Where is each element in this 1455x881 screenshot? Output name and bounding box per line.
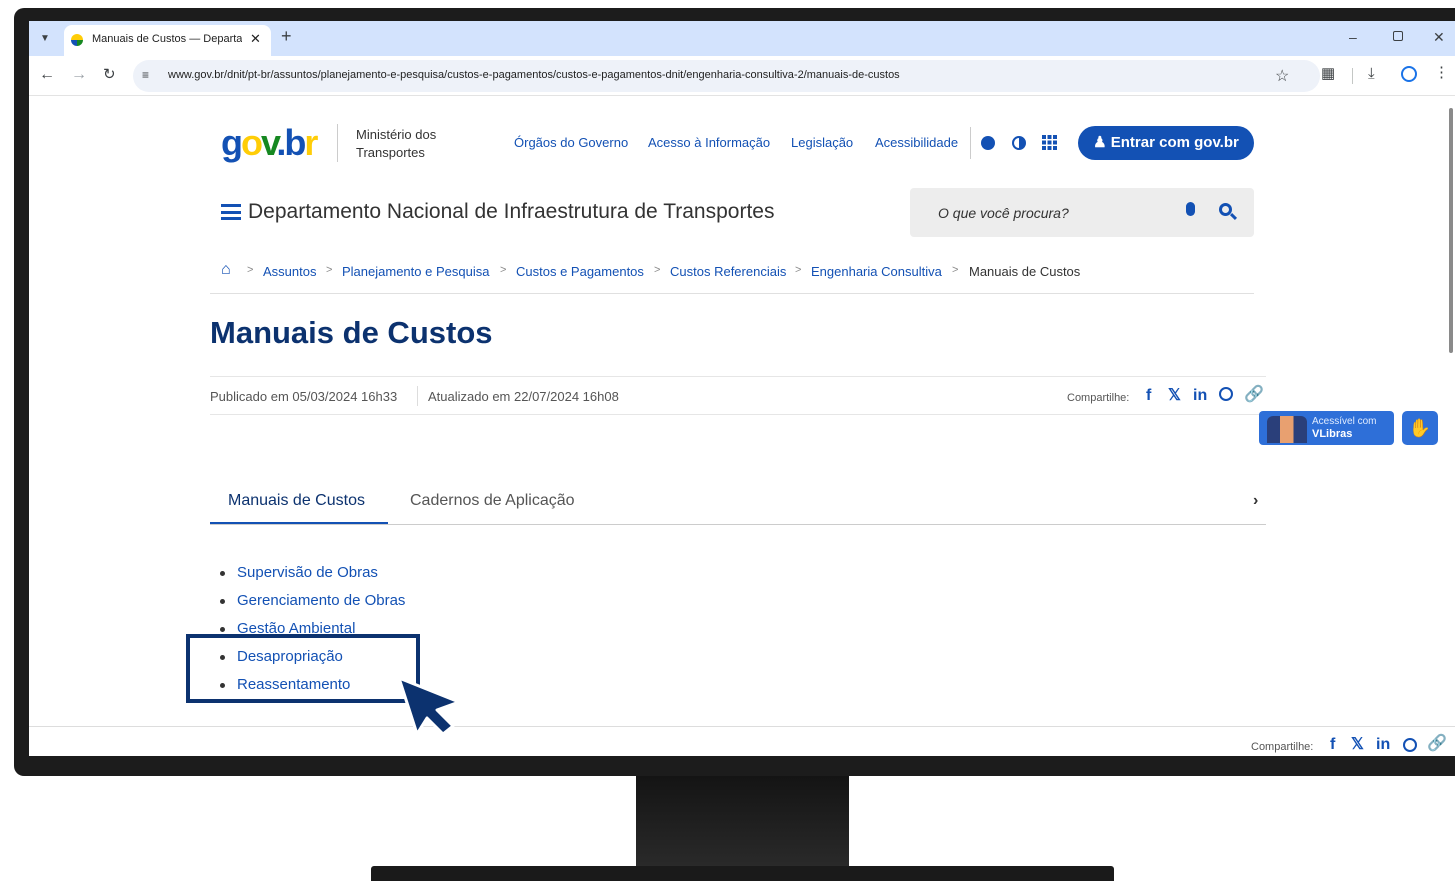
- toolbar-divider: [1352, 68, 1353, 84]
- meta-top-divider: [210, 376, 1266, 377]
- logo-divider: [337, 124, 338, 162]
- breadcrumb-assuntos[interactable]: Assuntos: [263, 264, 316, 279]
- hamburger-menu-icon[interactable]: [221, 204, 241, 220]
- page-title: Manuais de Custos: [210, 315, 493, 350]
- tabs-underline: [210, 524, 1266, 525]
- scrollbar-thumb[interactable]: [1449, 108, 1453, 353]
- footer-facebook-icon[interactable]: f: [1330, 736, 1335, 754]
- copy-link-icon[interactable]: 🔗: [1244, 386, 1264, 404]
- header-divider: [970, 127, 971, 159]
- vlibras-avatar-icon: [1267, 416, 1307, 443]
- footer-whatsapp-icon[interactable]: [1403, 738, 1417, 752]
- share-label: Compartilhe:: [1067, 392, 1130, 404]
- breadcrumb-planejamento[interactable]: Planejamento e Pesquisa: [342, 264, 489, 279]
- footer-divider: [29, 726, 1455, 727]
- hands-icon: ✋: [1408, 418, 1432, 438]
- breadcrumb-custos-referenciais[interactable]: Custos Referenciais: [670, 264, 786, 279]
- breadcrumb-divider: [210, 293, 1254, 294]
- url-text: www.gov.br/dnit/pt-br/assuntos/planejame…: [168, 69, 900, 81]
- x-icon[interactable]: 𝕏: [1168, 387, 1181, 405]
- tab-cadernos-label: Cadernos de Aplicação: [410, 492, 575, 509]
- facebook-icon[interactable]: f: [1146, 387, 1151, 405]
- monitor-stand-base: [371, 866, 1114, 881]
- search-icon-handle: [1229, 212, 1238, 221]
- tabs-next-icon[interactable]: ›: [1253, 492, 1258, 510]
- menu-icon[interactable]: ⋮: [1434, 65, 1449, 81]
- whatsapp-icon[interactable]: [1219, 387, 1233, 401]
- monitor-stand-neck: [636, 776, 849, 868]
- bookmark-star-icon[interactable]: ☆: [1275, 66, 1289, 86]
- close-tab-icon[interactable]: ✕: [250, 31, 261, 47]
- tab-manuais-label: Manuais de Custos: [228, 492, 365, 509]
- breadcrumb-separator: >: [952, 264, 959, 276]
- vlibras-line2: VLibras: [1312, 428, 1353, 440]
- browser-toolbar: ← → ↻ ≡ www.gov.br/dnit/pt-br/assuntos/p…: [29, 56, 1455, 96]
- vlibras-banner[interactable]: Acessível com VLibras: [1259, 411, 1394, 445]
- linkedin-icon[interactable]: in: [1193, 387, 1207, 405]
- login-button[interactable]: ♟ Entrar com gov.br: [1078, 126, 1254, 160]
- govbr-logo[interactable]: gov.br: [221, 123, 318, 163]
- vlibras-line1: Acessível com: [1312, 416, 1377, 427]
- user-icon: ♟: [1093, 134, 1107, 151]
- tab-search-icon[interactable]: ▼: [37, 31, 53, 47]
- footer-copy-link-icon[interactable]: 🔗: [1427, 735, 1447, 753]
- new-tab-icon[interactable]: +: [281, 27, 292, 45]
- ministry-name: Ministério dos Transportes: [356, 127, 437, 160]
- header-link-legislacao[interactable]: Legislação: [791, 135, 853, 150]
- highlight-box: [186, 634, 420, 703]
- list-bullet: [220, 599, 225, 604]
- tab-title: Manuais de Custos — Departan: [92, 33, 242, 45]
- breadcrumb-separator: >: [500, 264, 507, 276]
- tab-bar: ▼ Manuais de Custos — Departan ✕ + – ✕: [29, 21, 1455, 56]
- breadcrumb-separator: >: [247, 264, 254, 276]
- tab-cadernos[interactable]: Cadernos de Aplicação: [398, 479, 598, 525]
- search-input[interactable]: O que você procura?: [938, 205, 1069, 221]
- contrast-icon[interactable]: [1012, 136, 1026, 150]
- tab-manuais[interactable]: Manuais de Custos: [210, 479, 388, 525]
- favicon-icon: [71, 34, 83, 46]
- microphone-icon[interactable]: [1186, 202, 1195, 216]
- apps-grid-icon[interactable]: [1042, 135, 1057, 150]
- breadcrumb-separator: >: [795, 264, 802, 276]
- download-icon[interactable]: ⤓: [1368, 66, 1375, 82]
- mouse-cursor-icon: [397, 676, 461, 736]
- search-bar[interactable]: O que você procura?: [910, 188, 1254, 237]
- breadcrumb-custos-pagamentos[interactable]: Custos e Pagamentos: [516, 264, 644, 279]
- footer-share-label: Compartilhe:: [1251, 741, 1314, 753]
- link-supervisao[interactable]: Supervisão de Obras: [237, 564, 378, 581]
- breadcrumb-separator: >: [326, 264, 333, 276]
- cookies-icon[interactable]: [981, 136, 995, 150]
- reload-icon[interactable]: ↻: [103, 67, 116, 83]
- back-icon[interactable]: ←: [39, 67, 55, 83]
- list-bullet: [220, 627, 225, 632]
- close-window-icon[interactable]: ✕: [1433, 29, 1445, 45]
- meta-bottom-divider: [210, 414, 1266, 415]
- extensions-icon[interactable]: ▦: [1321, 66, 1335, 82]
- login-label: Entrar com gov.br: [1110, 134, 1239, 151]
- meta-divider: [417, 386, 418, 406]
- footer-x-icon[interactable]: 𝕏: [1351, 736, 1364, 754]
- restore-icon[interactable]: [1393, 31, 1403, 41]
- header-link-acessibilidade[interactable]: Acessibilidade: [875, 135, 958, 150]
- site-title: Departamento Nacional de Infraestrutura …: [248, 200, 775, 223]
- browser-tab[interactable]: Manuais de Custos — Departan ✕: [64, 25, 271, 56]
- footer-linkedin-icon[interactable]: in: [1376, 736, 1390, 754]
- updated-date: Atualizado em 22/07/2024 16h08: [428, 389, 619, 404]
- header-link-acesso[interactable]: Acesso à Informação: [648, 135, 770, 150]
- link-gerenciamento[interactable]: Gerenciamento de Obras: [237, 592, 405, 609]
- header-link-orgaos[interactable]: Órgãos do Governo: [514, 135, 628, 150]
- vlibras-hands-button[interactable]: ✋: [1402, 411, 1438, 445]
- site-info-icon[interactable]: ≡: [142, 68, 149, 82]
- breadcrumb-current: Manuais de Custos: [969, 264, 1081, 279]
- profile-icon[interactable]: [1401, 66, 1417, 82]
- list-bullet: [220, 571, 225, 576]
- forward-icon[interactable]: →: [71, 67, 87, 83]
- breadcrumb-engenharia[interactable]: Engenharia Consultiva: [811, 264, 942, 279]
- published-date: Publicado em 05/03/2024 16h33: [210, 389, 398, 404]
- breadcrumb-separator: >: [654, 264, 661, 276]
- address-bar[interactable]: ≡ www.gov.br/dnit/pt-br/assuntos/planeja…: [133, 60, 1320, 92]
- home-icon[interactable]: ⌂: [221, 262, 231, 278]
- minimize-icon[interactable]: –: [1349, 29, 1357, 45]
